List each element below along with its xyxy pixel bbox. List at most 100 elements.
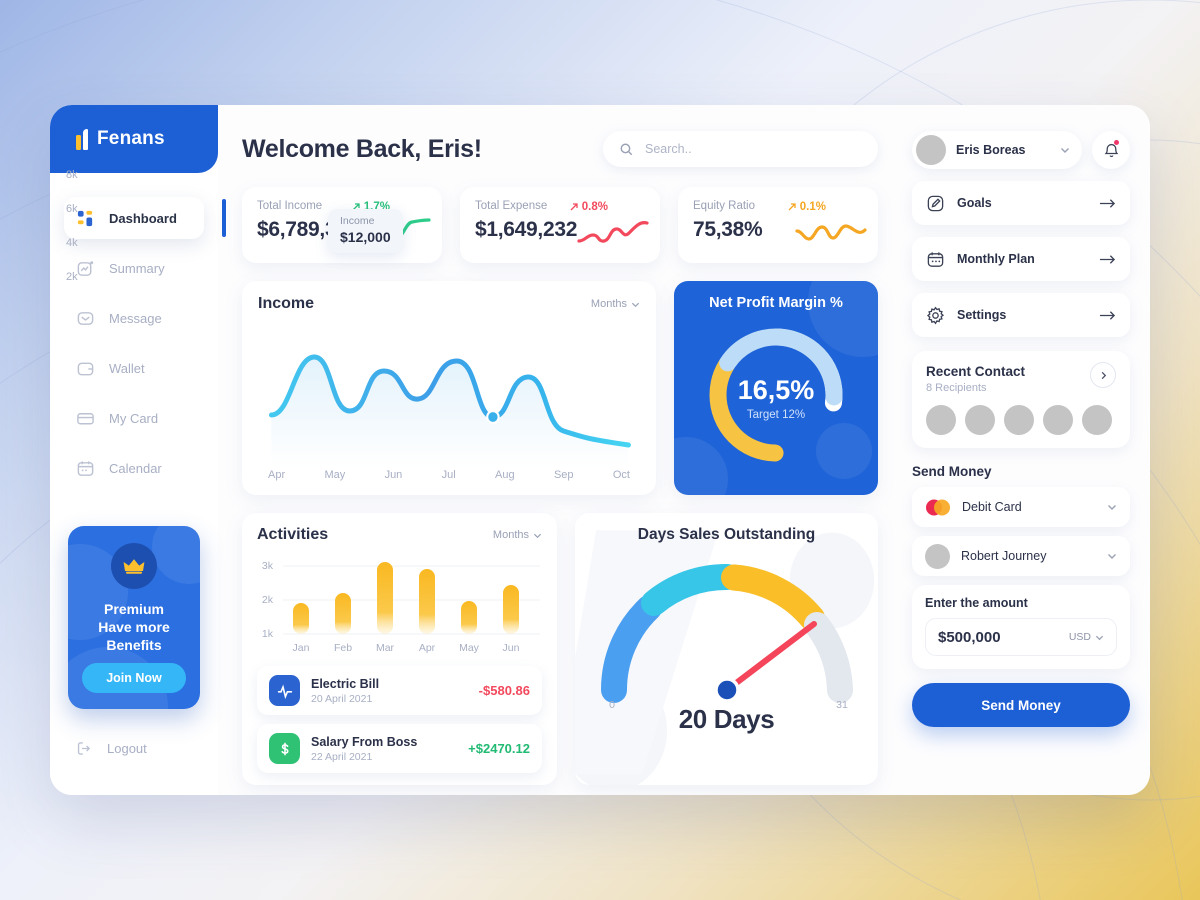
recent-contact-card: Recent Contact 8 Recipients (912, 351, 1130, 448)
gear-icon (926, 306, 945, 324)
logout-icon (77, 742, 91, 755)
contact-avatar[interactable] (1043, 405, 1073, 435)
recent-contact-next-button[interactable] (1090, 362, 1116, 388)
menu-item-label: Monthly Plan (957, 252, 1035, 266)
amount-value: $500,000 (938, 628, 1001, 646)
activities-title: Activities (257, 526, 329, 543)
dso-title: Days Sales Outstanding (637, 526, 816, 543)
payment-method-select[interactable]: Debit Card (912, 487, 1130, 527)
crown-badge (111, 543, 157, 589)
payment-method-label: Debit Card (962, 500, 1022, 514)
x-tick: May (324, 469, 346, 481)
sidebar-item-my-card[interactable]: My Card (64, 397, 204, 439)
premium-promo-card: Premium Have more Benefits Join Now (68, 526, 200, 709)
dollar-icon (269, 733, 300, 764)
svg-text:May: May (459, 642, 480, 654)
y-tick: 8k (66, 169, 78, 181)
sidebar-item-dashboard[interactable]: Dashboard (64, 197, 226, 239)
sidebar-item-wallet[interactable]: Wallet (64, 347, 204, 389)
recipient-select[interactable]: Robert Journey (912, 536, 1130, 576)
transaction-date: 20 April 2021 (311, 692, 373, 705)
arrow-right-icon (1099, 310, 1116, 320)
mastercard-icon (926, 499, 950, 515)
chevron-down-icon (1095, 635, 1104, 640)
menu-item-monthly-plan[interactable]: Monthly Plan (912, 237, 1130, 281)
user-profile-dropdown[interactable]: Eris Boreas (912, 131, 1082, 169)
join-now-button[interactable]: Join Now (82, 663, 186, 693)
user-row: Eris Boreas (912, 131, 1130, 169)
contact-avatar[interactable] (926, 405, 956, 435)
net-profit-value: 16,5% (738, 375, 815, 405)
income-line-chart (268, 354, 631, 467)
transaction-name: Salary From Boss (311, 734, 418, 749)
brand-logo[interactable]: Fenans (50, 105, 218, 173)
x-tick: Apr (268, 469, 286, 481)
send-money-button[interactable]: Send Money (912, 683, 1130, 727)
logout-button[interactable]: Logout (76, 740, 147, 757)
stat-label: Equity Ratio (693, 200, 756, 212)
sidebar-item-message[interactable]: Message (64, 297, 204, 339)
stat-delta: 0.8% (569, 201, 608, 213)
contact-avatar[interactable] (1082, 405, 1112, 435)
sidebar-item-label: Message (109, 310, 162, 326)
dso-value: 20 Days (678, 704, 775, 734)
transaction-date: 22 April 2021 (311, 750, 373, 763)
transaction-amount: -$580.86 (478, 683, 530, 698)
promo-line-1: Premium (104, 601, 164, 617)
sidebar-item-calendar[interactable]: Calendar (64, 447, 204, 489)
search-icon (620, 143, 633, 155)
income-x-axis: Apr May Jun Jul Aug Sep Oct (258, 467, 640, 489)
sidebar-item-summary[interactable]: Summary (64, 247, 204, 289)
sparkline-expense (577, 221, 649, 243)
income-chart-title: Income (258, 295, 315, 312)
search-input[interactable]: Search.. (603, 131, 878, 167)
recipient-label: Robert Journey (961, 549, 1047, 563)
days-sales-outstanding-card: Days Sales Outstanding 0 31 20 Days (575, 513, 878, 785)
sidebar-item-label: Calendar (109, 460, 162, 476)
income-range-label: Months (590, 298, 627, 310)
amount-input[interactable]: $500,000 USD (925, 618, 1117, 656)
stat-card-equity-ratio: Equity Ratio 75,38% 0.1% (678, 187, 878, 263)
chevron-down-icon (1108, 554, 1116, 559)
chevron-down-icon (1061, 148, 1069, 153)
grid-icon (77, 210, 93, 226)
contact-avatar[interactable] (1004, 405, 1034, 435)
y-tick: 4k (66, 237, 78, 249)
net-profit-target: Target 12% (747, 409, 805, 421)
wallet-icon (77, 362, 94, 375)
menu-item-label: Goals (957, 196, 992, 210)
x-tick: Oct (612, 469, 630, 481)
trend-up-icon (788, 203, 796, 211)
menu-item-goals[interactable]: Goals (912, 181, 1130, 225)
transaction-row[interactable]: Electric Bill 20 April 2021 -$580.86 (257, 666, 542, 715)
transaction-row[interactable]: Salary From Boss 22 April 2021 +$2470.12 (257, 724, 542, 773)
amount-card: Enter the amount $500,000 USD (912, 585, 1130, 669)
activities-range-label: Months (492, 529, 529, 541)
calendar-icon (927, 251, 944, 267)
gauge-hub (713, 677, 740, 703)
summary-icon (77, 260, 94, 276)
menu-item-settings[interactable]: Settings (912, 293, 1130, 337)
activities-range-dropdown[interactable]: Months (493, 529, 542, 541)
promo-line-2: Have more (98, 618, 170, 635)
income-data-point (486, 409, 500, 425)
sidebar-item-label: My Card (109, 410, 159, 426)
chevron-right-icon (1101, 371, 1106, 379)
avatar (916, 135, 946, 165)
send-money-title: Send Money (912, 464, 992, 479)
avatar (925, 543, 950, 569)
activities-card: Activities Months 3k 2k 1k Jan Feb Mar A… (242, 513, 557, 785)
right-panel: Eris Boreas Goals Monthly Plan Settings … (900, 105, 1150, 795)
notifications-button[interactable] (1092, 131, 1130, 169)
x-tick: Sep (553, 469, 574, 481)
pulse-icon (269, 675, 300, 706)
svg-text:Jun: Jun (503, 642, 520, 654)
svg-text:Mar: Mar (376, 642, 395, 654)
currency-select[interactable]: USD (1069, 631, 1104, 643)
svg-text:1k: 1k (262, 628, 274, 640)
stat-delta-value: 0.1% (799, 201, 826, 213)
contact-avatar[interactable] (965, 405, 995, 435)
user-name: Eris Boreas (956, 143, 1026, 157)
chevron-down-icon (631, 302, 640, 307)
income-range-dropdown[interactable]: Months (591, 298, 640, 310)
